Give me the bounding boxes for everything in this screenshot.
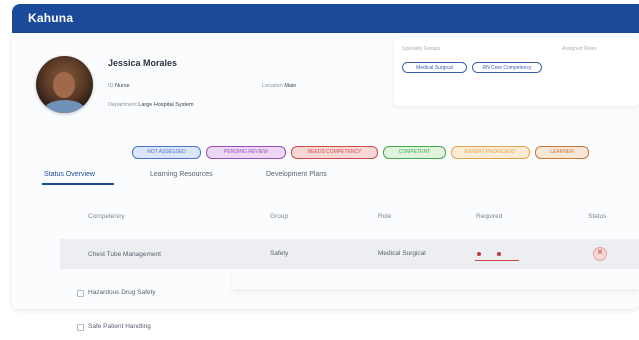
group-cell: Safety	[270, 250, 289, 257]
profile-field-value: Nurse	[115, 83, 130, 89]
competency-cell: Chest Tube Management	[88, 251, 161, 258]
active-tab-indicator	[42, 183, 114, 185]
avatar	[36, 56, 93, 113]
status-filter-chip[interactable]: NEEDS COMPETENCY	[291, 146, 378, 159]
required-progress-line	[475, 260, 519, 261]
status-filter-chip[interactable]: COMPETENT	[383, 146, 446, 159]
profile-field-id: ID Nurse	[108, 83, 130, 89]
profile-field-value: Main	[284, 83, 297, 89]
profile-field-value: Large Hospital System	[138, 102, 194, 108]
assignment-panel: Specialty Groups Assigned Roles Medical …	[394, 38, 639, 106]
column-header-role[interactable]: Role	[378, 213, 391, 220]
column-header-group[interactable]: Group	[270, 213, 288, 220]
column-header-status[interactable]: Status	[588, 213, 606, 220]
competency-cell[interactable]: Safe Patient Handling	[88, 323, 151, 330]
status-filter-chip[interactable]: NOT ASSESSED	[132, 146, 201, 159]
tab-development-plans[interactable]: Development Plans	[266, 171, 327, 178]
status-filter-chip[interactable]: PENDING REVIEW	[206, 146, 286, 159]
status-filter-chip[interactable]: EXPERT PROFICIENT	[451, 146, 530, 159]
row-checkbox[interactable]	[77, 290, 84, 297]
table-divider	[232, 269, 639, 289]
tab-learning-resources[interactable]: Learning Resources	[150, 171, 213, 178]
row-checkbox[interactable]	[77, 324, 84, 331]
assigned-roles-label: Assigned Roles	[562, 46, 597, 52]
avatar-face	[53, 72, 75, 98]
status-filter-chip[interactable]: LEARNER	[535, 146, 589, 159]
profile-name: Jessica Morales	[108, 58, 178, 68]
role-cell: Medical Surgical	[378, 250, 426, 257]
profile-field-label: Location	[262, 83, 283, 89]
column-header-competency[interactable]: Competency	[88, 213, 125, 220]
top-app-bar: Kahuna	[12, 4, 639, 33]
needs-competency-status-icon[interactable]	[593, 247, 607, 261]
role-chip[interactable]: RN Core Competency	[472, 62, 542, 73]
profile-field-department: Department Large Hospital System	[108, 102, 194, 108]
profile-field-label: Department	[108, 102, 137, 108]
competency-cell[interactable]: Hazardous Drug Safety	[88, 289, 156, 296]
profile-field-location: Location Main	[262, 83, 296, 89]
profile-field-label: ID	[108, 83, 114, 89]
specialty-chip[interactable]: Medical Surgical	[402, 62, 467, 73]
required-dot	[497, 252, 501, 256]
avatar-shirt	[44, 100, 85, 113]
brand-logo[interactable]: Kahuna	[28, 11, 73, 25]
required-dot	[477, 252, 481, 256]
column-header-required[interactable]: Required	[476, 213, 502, 220]
tab-status-overview[interactable]: Status Overview	[44, 171, 95, 178]
specialty-groups-label: Specialty Groups	[402, 46, 441, 52]
